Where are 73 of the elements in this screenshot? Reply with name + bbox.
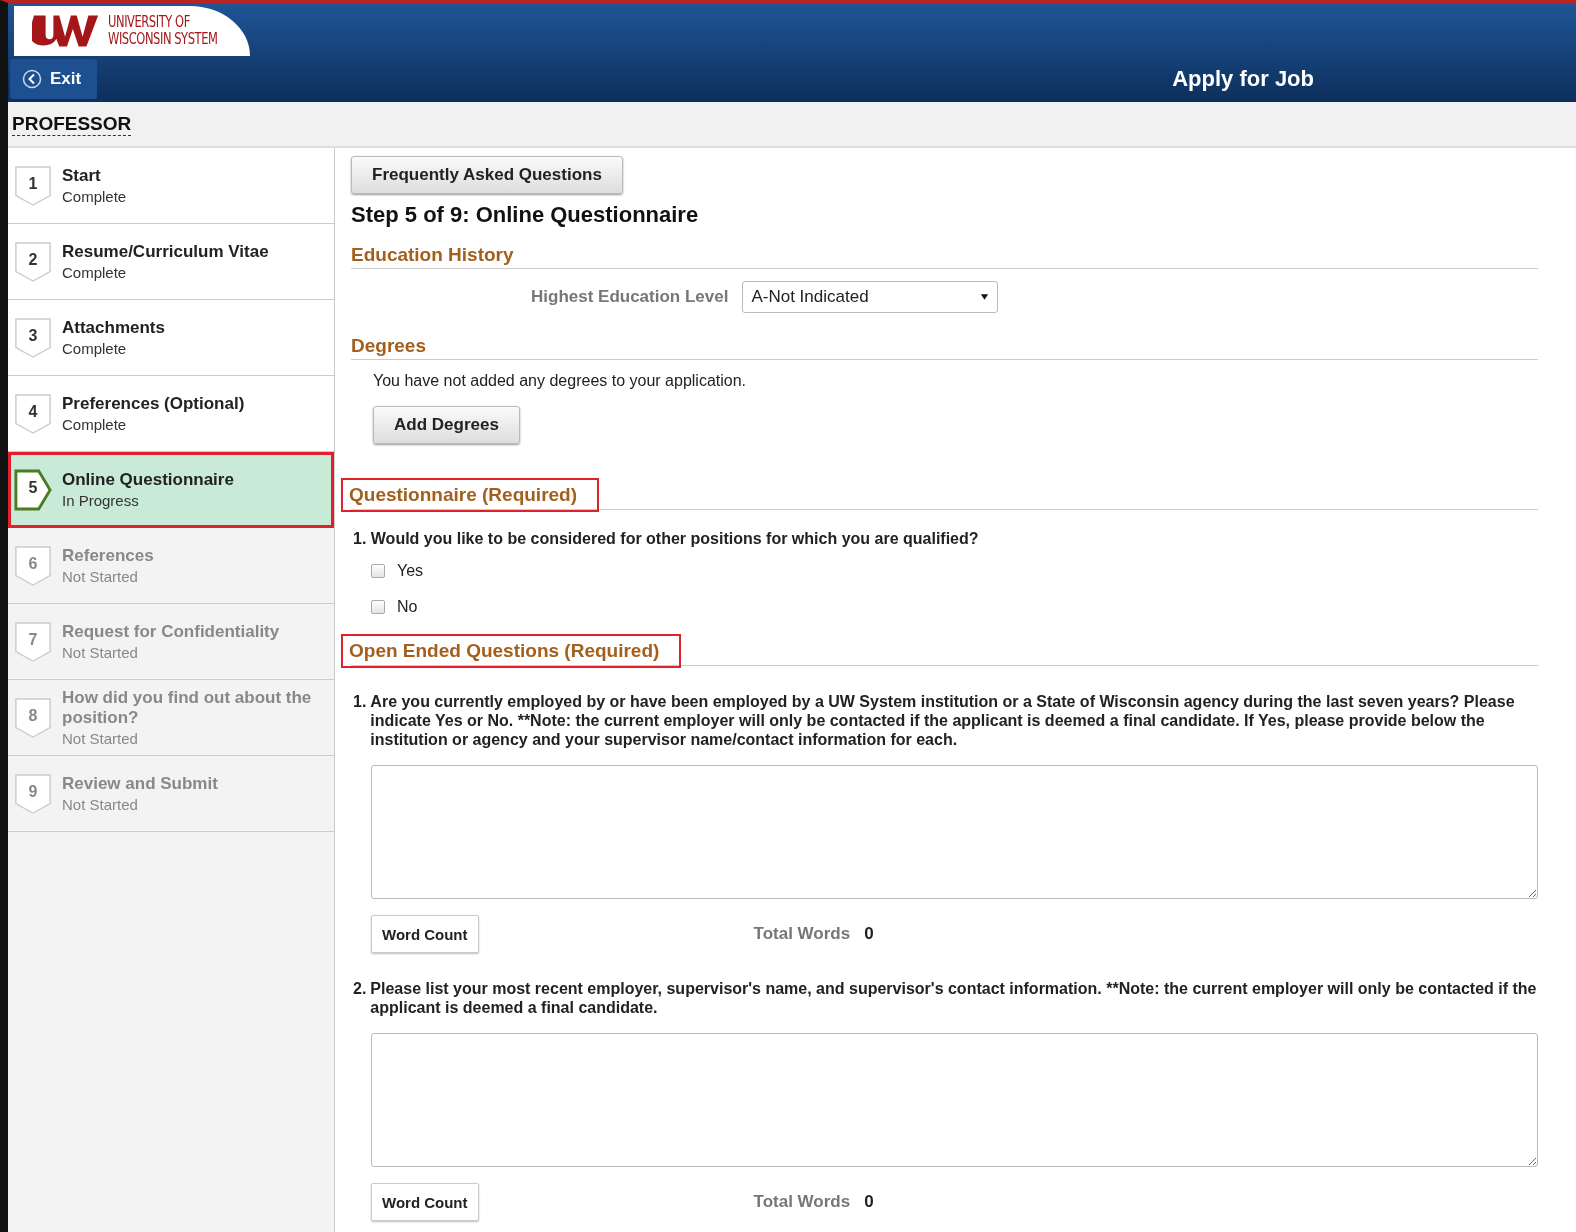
step-status: Not Started [62,644,139,661]
step-heading: Step 5 of 9: Online Questionnaire [351,202,700,228]
degrees-message: You have not added any degrees to your application. [373,372,748,390]
logo-text: UNIVERSITY OF [108,14,191,31]
step-status: Complete [62,264,128,281]
step-number-icon [14,772,52,815]
faq-button[interactable]: Frequently Asked Questions [351,156,623,194]
step-name: How did you find out about the position? [62,688,313,728]
total-words-label: Total Words [753,1192,851,1212]
back-icon [22,69,42,89]
step-number: 9 [27,782,39,801]
question-number: 1. [353,692,367,712]
checkbox[interactable] [371,564,385,578]
step-name: Request for Confidentiality [62,622,280,642]
step-name: Start [62,166,102,186]
step-number: 6 [27,554,39,573]
step-number-icon [14,620,52,663]
step-name: References [62,546,154,566]
step-status: Not Started [62,568,139,585]
step-number-icon [14,240,52,283]
step-name: Online Questionnaire [62,470,234,490]
step-number-icon [14,468,52,511]
step-number: 8 [27,706,39,725]
total-words-value: 0 [864,1192,874,1212]
checkbox[interactable] [371,600,385,614]
step-item[interactable]: 1 Start Complete [8,148,334,224]
step-number-icon [14,544,52,587]
word-count-button[interactable]: Word Count [371,1183,479,1221]
page-title: Apply for Job [1172,66,1314,92]
total-words-value: 0 [864,924,874,944]
step-number: 3 [27,326,39,345]
step-name: Review and Submit [62,774,218,794]
step-number-icon [14,696,52,739]
option-label: No [397,598,418,616]
step-status: Complete [62,340,128,357]
section-heading: Degrees [351,334,426,358]
education-dropdown[interactable]: A-Not Indicated [742,281,999,313]
step-number-icon [14,164,52,207]
step-item[interactable]: 5 Online Questionnaire In Progress [8,452,334,528]
logo-text: WISCONSIN SYSTEM [108,31,218,48]
step-number: 7 [27,630,39,649]
step-number: 4 [27,402,39,421]
step-item[interactable]: 4 Preferences (Optional) Complete [8,376,334,452]
step-name: Resume/Curriculum Vitae [62,242,269,262]
step-status: Complete [62,416,128,433]
step-name: Preferences (Optional) [62,394,245,414]
question-text: 1. Would you like to be considered for other positions for which you are qualified? [353,530,980,548]
step-number: 5 [27,478,39,497]
step-item[interactable]: 3 Attachments Complete [8,300,334,376]
question-text: Are you currently employed by or have been employed by a UW System institution or a State of Wisconsin agency during the last seven years? Please indicate Yes or No. **Note: the current employer will only be contacted if the applicant is deemed a final candidate. If Yes, please provide below the institution or agency and your supervisor name/contact information for each. [370,692,1516,749]
step-status: Complete [62,188,127,205]
exit-button[interactable]: Exit [10,59,98,99]
word-count-button[interactable]: Word Count [371,915,479,953]
caret-icon [980,293,990,301]
option-label: Yes [397,562,424,580]
section-heading: Questionnaire (Required) [341,478,600,512]
section-heading: Education History [351,243,514,267]
question-text: Please list your most recent employer, supervisor's name, and supervisor's contact information. **Note: the current employer will only be contacted if the applicant is deemed a final candidate. [370,979,1538,1017]
question-number: 2. [353,979,367,999]
job-title: PROFESSOR [12,112,132,136]
section-heading: Open Ended Questions (Required) [341,634,682,668]
field-label: Highest Education Level [531,287,729,307]
total-words-label: Total Words [753,924,851,944]
step-status: Not Started [62,730,139,747]
step-status: Not Started [62,796,139,813]
add-degrees-button[interactable]: Add Degrees [373,406,520,444]
step-number-icon [14,316,52,359]
step-number: 2 [27,250,39,269]
step-number-icon [14,392,52,435]
step-number: 1 [27,174,39,193]
step-status: In Progress [62,492,140,509]
step-name: Attachments [62,318,165,338]
step-item[interactable]: 2 Resume/Curriculum Vitae Complete [8,224,334,300]
